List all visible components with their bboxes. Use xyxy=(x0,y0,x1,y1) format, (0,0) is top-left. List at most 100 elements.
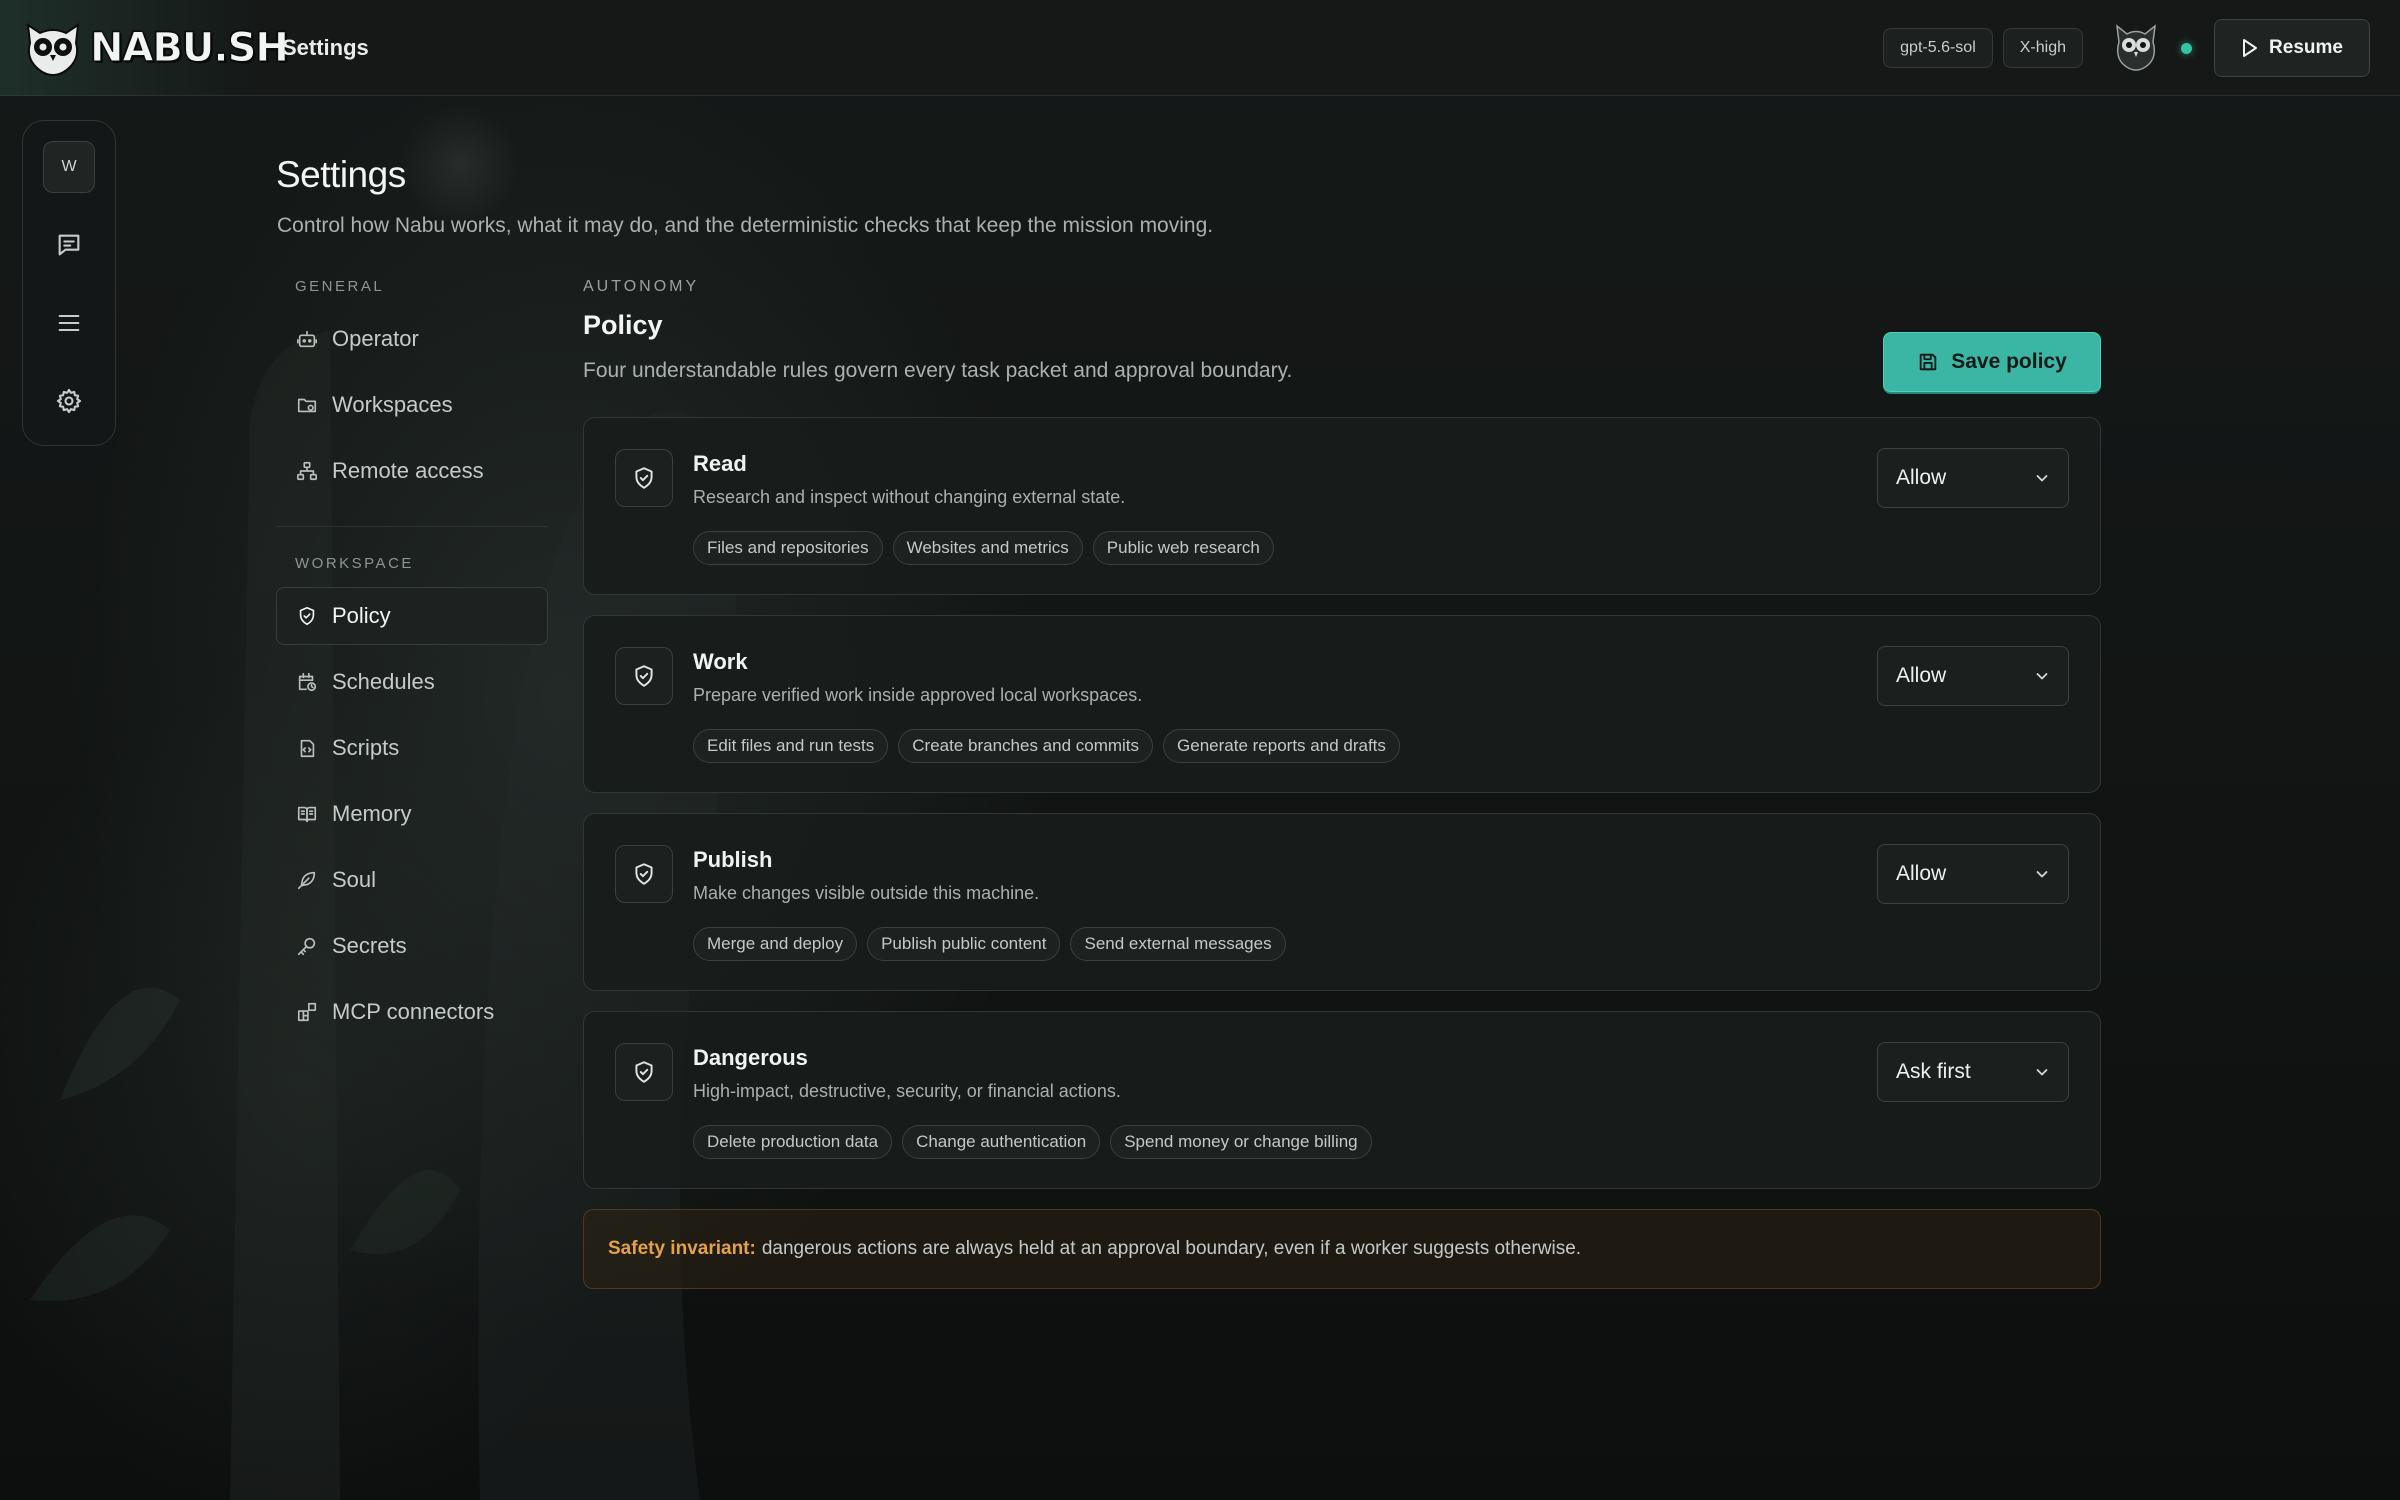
nav-label: Workspaces xyxy=(332,392,453,417)
policy-tag: Publish public content xyxy=(867,927,1061,961)
policy-tag: Send external messages xyxy=(1070,927,1286,961)
policy-tag: Delete production data xyxy=(693,1125,893,1159)
safety-notice: Safety invariant: dangerous actions are … xyxy=(583,1209,2101,1289)
workspace-switcher[interactable]: W xyxy=(43,141,95,193)
policy-select-work[interactable]: Allow xyxy=(1877,646,2069,706)
policy-tag: Change authentication xyxy=(902,1125,1101,1159)
rail-menu[interactable] xyxy=(43,297,95,349)
nav-item-soul[interactable]: Soul xyxy=(276,851,548,909)
policy-tags: Files and repositories Websites and metr… xyxy=(693,531,1274,565)
robot-icon xyxy=(296,328,318,350)
chevron-down-icon xyxy=(2036,871,2048,878)
rail-settings[interactable] xyxy=(43,375,95,427)
policy-list: Read Research and inspect without changi… xyxy=(583,417,2101,1189)
policy-select-read[interactable]: Allow xyxy=(1877,448,2069,508)
script-icon xyxy=(296,737,318,759)
section-title: Policy xyxy=(583,310,663,340)
calendar-clock-icon xyxy=(296,671,318,693)
nav-label: Schedules xyxy=(332,669,435,694)
nav-label: Secrets xyxy=(332,933,407,958)
save-policy-button[interactable]: Save policy xyxy=(1883,332,2101,392)
resume-label: Resume xyxy=(2269,37,2343,58)
nav-item-secrets[interactable]: Secrets xyxy=(276,917,548,975)
network-icon xyxy=(296,460,318,482)
nav-group-workspace: WORKSPACE xyxy=(295,555,414,572)
policy-tag: Files and repositories xyxy=(693,531,883,565)
chevron-down-icon xyxy=(2036,475,2048,482)
select-value: Allow xyxy=(1896,466,1947,489)
policy-title: Read xyxy=(693,451,747,476)
page-title: Settings xyxy=(276,154,406,195)
nav-item-mcp-connectors[interactable]: MCP connectors xyxy=(276,983,548,1041)
top-bar: NABU.SH Settings gpt-5.6-sol X-high Resu… xyxy=(0,0,2400,96)
key-icon xyxy=(296,935,318,957)
select-value: Allow xyxy=(1896,862,1947,885)
nav-label: MCP connectors xyxy=(332,999,495,1024)
nav-item-operator[interactable]: Operator xyxy=(276,310,548,368)
policy-description: High-impact, destructive, security, or f… xyxy=(693,1081,1121,1101)
brand[interactable]: NABU.SH xyxy=(0,0,289,96)
policy-tag: Spend money or change billing xyxy=(1110,1125,1372,1159)
rail-chat[interactable] xyxy=(43,219,95,271)
brand-logo: NABU.SH xyxy=(22,19,289,77)
nav-item-policy[interactable]: Policy xyxy=(276,587,548,645)
page-subtitle: Control how Nabu works, what it may do, … xyxy=(277,214,1214,237)
header-actions: gpt-5.6-sol X-high Resume xyxy=(1873,0,2370,96)
book-icon xyxy=(296,803,318,825)
policy-select-publish[interactable]: Allow xyxy=(1877,844,2069,904)
notice-lead: Safety invariant: xyxy=(608,1238,756,1259)
model-chip[interactable]: gpt-5.6-sol xyxy=(1883,28,1993,68)
nav-item-remote-access[interactable]: Remote access xyxy=(276,442,548,500)
settings-nav: GENERAL Operator Workspaces Remote acces… xyxy=(276,278,548,1041)
owl-avatar-icon[interactable] xyxy=(2113,22,2159,74)
blocks-icon xyxy=(296,1001,318,1023)
policy-tag: Generate reports and drafts xyxy=(1163,729,1400,763)
shield-check-icon xyxy=(615,449,673,507)
policy-description: Prepare verified work inside approved lo… xyxy=(693,685,1143,705)
gear-icon xyxy=(56,388,82,414)
effort-chip[interactable]: X-high xyxy=(2002,28,2083,68)
policy-tag: Merge and deploy xyxy=(693,927,858,961)
select-value: Allow xyxy=(1896,664,1947,687)
nav-group-general: GENERAL xyxy=(295,278,385,295)
play-icon xyxy=(2243,39,2258,57)
select-value: Ask first xyxy=(1896,1060,1971,1083)
policy-card-publish: Publish Make changes visible outside thi… xyxy=(583,813,2101,991)
shield-check-icon xyxy=(615,1043,673,1101)
shield-check-icon xyxy=(615,647,673,705)
chevron-down-icon xyxy=(2036,1069,2048,1076)
chat-icon xyxy=(58,234,80,256)
nav-label: Operator xyxy=(332,326,419,351)
folder-icon xyxy=(296,394,318,416)
chevron-down-icon xyxy=(2036,673,2048,680)
header-title: Settings xyxy=(282,34,369,60)
policy-title: Dangerous xyxy=(693,1045,808,1070)
nav-label: Soul xyxy=(332,867,377,892)
main: Settings Control how Nabu works, what it… xyxy=(0,96,2400,1500)
policy-select-dangerous[interactable]: Ask first xyxy=(1877,1042,2069,1102)
save-label: Save policy xyxy=(1951,350,2067,373)
nav-divider xyxy=(276,526,548,527)
policy-tags: Merge and deploy Publish public content … xyxy=(693,927,1286,961)
policy-description: Research and inspect without changing ex… xyxy=(693,487,1126,507)
policy-title: Publish xyxy=(693,847,773,872)
policy-card-read: Read Research and inspect without changi… xyxy=(583,417,2101,595)
nav-item-workspaces[interactable]: Workspaces xyxy=(276,376,548,434)
shield-check-icon xyxy=(615,845,673,903)
nav-item-schedules[interactable]: Schedules xyxy=(276,653,548,711)
save-icon xyxy=(1919,353,1937,371)
nav-item-memory[interactable]: Memory xyxy=(276,785,548,843)
resume-button[interactable]: Resume xyxy=(2214,19,2370,77)
policy-tags: Edit files and run tests Create branches… xyxy=(693,729,1400,763)
notice-text: dangerous actions are always held at an … xyxy=(761,1238,1582,1259)
nav-label: Remote access xyxy=(332,458,484,483)
section-eyebrow: AUTONOMY xyxy=(583,278,700,295)
nav-label: Policy xyxy=(332,603,391,628)
nav-label: Scripts xyxy=(332,735,400,760)
policy-card-dangerous: Dangerous High-impact, destructive, secu… xyxy=(583,1011,2101,1189)
nav-item-scripts[interactable]: Scripts xyxy=(276,719,548,777)
policy-tag: Public web research xyxy=(1092,531,1274,565)
feather-icon xyxy=(296,869,318,891)
menu-icon xyxy=(58,314,80,332)
policy-description: Make changes visible outside this machin… xyxy=(693,883,1040,903)
